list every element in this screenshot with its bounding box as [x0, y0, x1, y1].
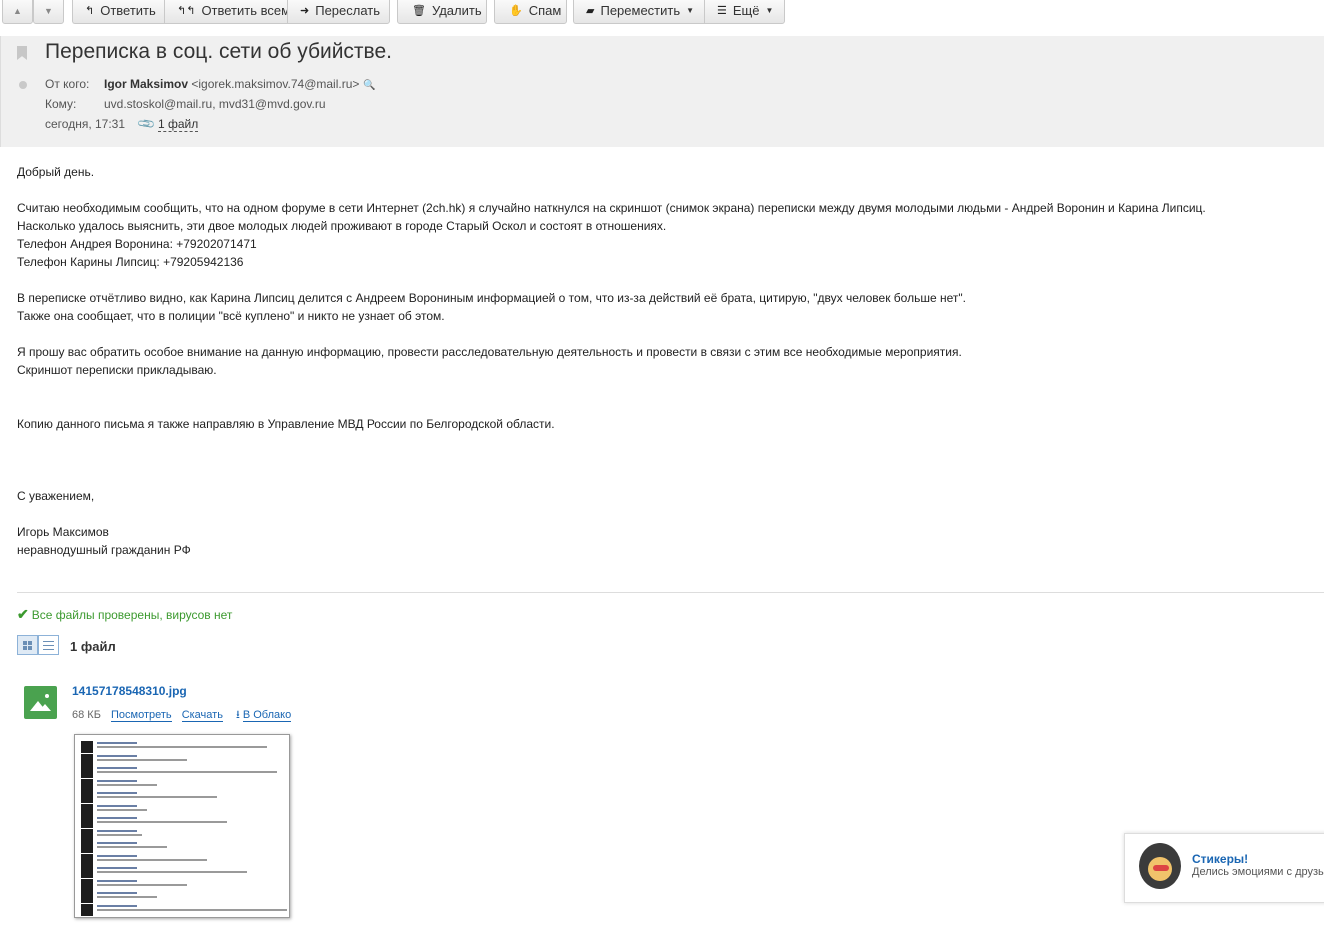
- signature-name: Игорь Максимов: [17, 525, 109, 539]
- thumb-down-icon: ✋: [509, 5, 523, 17]
- thumbnail-row: [81, 753, 281, 766]
- message-subject: Переписка в соц. сети об убийстве.: [45, 40, 392, 63]
- move-button[interactable]: ▰ Переместить ▼: [573, 0, 704, 24]
- toolbar: ▲ ▼ ↰ Ответить ↰↰ Ответить всем ➜ Переслать…: [0, 0, 1324, 26]
- forward-icon: ➜: [300, 5, 310, 17]
- flag-icon[interactable]: [17, 46, 27, 60]
- thumbnail-row: [81, 866, 281, 878]
- body-line: В переписке отчётливо видно, как Карина …: [17, 291, 966, 305]
- download-link[interactable]: Скачать: [181, 709, 223, 722]
- body-line: Скриншот переписки прикладываю.: [17, 363, 217, 377]
- from-row: От кого: Igor Maksimov <igorek.maksimov.7…: [45, 77, 376, 91]
- check-icon: ✔: [17, 606, 29, 622]
- body-line: Телефон Андрея Воронина: +79202071471: [17, 237, 257, 251]
- list-icon: [43, 640, 54, 650]
- view-switcher: [17, 635, 59, 655]
- spam-button[interactable]: ✋ Спам: [494, 0, 567, 24]
- recipients[interactable]: uvd.stoskol@mail.ru, mvd31@mvd.gov.ru: [104, 97, 326, 111]
- list-view-button[interactable]: [38, 635, 59, 655]
- message-body: Добрый день. Считаю необходимым сообщить…: [17, 163, 1206, 559]
- stickers-subtitle: Делись эмоциями с друзьями: [1192, 866, 1324, 878]
- greeting: Добрый день.: [17, 165, 95, 179]
- signature-title: неравнодушный гражданин РФ: [17, 543, 191, 557]
- thumbnail-row: [81, 903, 287, 916]
- save-to-cloud-link[interactable]: В Облако: [242, 709, 292, 722]
- search-icon[interactable]: 🔍: [363, 80, 375, 91]
- stickers-promo[interactable]: Стикеры! Делись эмоциями с друзьями: [1124, 833, 1324, 903]
- body-line: Телефон Карины Липсиц: +79205942136: [17, 255, 244, 269]
- thumbnail-row: [81, 816, 281, 828]
- forward-button[interactable]: ➜ Переслать: [287, 0, 390, 24]
- sender-name[interactable]: Igor Maksimov: [104, 77, 188, 91]
- attachments-link[interactable]: 1 файл: [157, 117, 199, 132]
- reply-all-button[interactable]: ↰↰ Ответить всем: [164, 0, 290, 24]
- file-size: 68 КБ: [72, 709, 101, 721]
- read-status-dot-icon[interactable]: [19, 81, 27, 89]
- thumbnail-row: [81, 766, 281, 778]
- closing: С уважением,: [17, 489, 95, 503]
- prev-message-button[interactable]: ▲: [2, 0, 33, 24]
- thumbnail-row: [81, 828, 281, 841]
- menu-icon: ☰: [717, 5, 727, 17]
- folder-icon: ▰: [586, 5, 595, 17]
- thumbnail-row: [81, 791, 281, 803]
- from-label: От кого:: [45, 77, 90, 91]
- body-line: Насколько удалось выяснить, эти двое мол…: [17, 219, 667, 233]
- stickers-title: Стикеры!: [1192, 852, 1249, 866]
- thumbnail-row: [81, 778, 281, 791]
- paperclip-icon: 📎: [136, 113, 157, 135]
- caret-down-icon: ▼: [765, 6, 774, 15]
- reply-button[interactable]: ↰ Ответить: [72, 0, 164, 24]
- date-row: сегодня, 17:31 📎1 файл: [45, 113, 199, 135]
- message-header: Переписка в соц. сети об убийстве. От ко…: [0, 36, 1324, 147]
- body-line: Копию данного письма я также направляю в…: [17, 417, 555, 431]
- trash-icon: 🗑: [412, 5, 426, 17]
- to-label: Кому:: [45, 97, 77, 111]
- arrow-up-icon: ▲: [13, 5, 22, 16]
- grid-icon: [23, 640, 32, 650]
- body-line: Я прошу вас обратить особое внимание на …: [17, 345, 962, 359]
- message-date: сегодня, 17:31: [45, 117, 126, 131]
- grid-view-button[interactable]: [17, 635, 38, 655]
- cloud-upload-icon[interactable]: ⭳: [236, 706, 240, 725]
- attachment-thumbnail[interactable]: [74, 734, 290, 918]
- caret-down-icon: ▼: [686, 6, 695, 15]
- more-button[interactable]: ☰ Ещё ▼: [704, 0, 785, 24]
- virus-check-status: ✔ Все файлы проверены, вирусов нет: [17, 606, 233, 622]
- arrow-down-icon: ▼: [44, 5, 53, 16]
- thumbnail-row: [81, 841, 281, 853]
- thumbnail-row: [81, 891, 281, 903]
- reply-icon: ↰: [85, 5, 95, 17]
- body-line: Также она сообщает, что в полиции "всё к…: [17, 309, 445, 323]
- next-message-button[interactable]: ▼: [33, 0, 64, 24]
- delete-button[interactable]: 🗑 Удалить: [397, 0, 487, 24]
- thumbnail-row: [81, 878, 281, 891]
- files-count: 1 файл: [70, 639, 116, 654]
- file-name-link[interactable]: 14157178548310.jpg: [72, 684, 187, 698]
- view-link[interactable]: Посмотреть: [110, 709, 172, 722]
- file-meta: 68 КБ Посмотреть Скачать ⭳ В Облако: [72, 706, 292, 725]
- divider: [17, 592, 1324, 593]
- sender-email[interactable]: <igorek.maksimov.74@mail.ru>: [191, 77, 359, 91]
- thumbnail-row: [81, 803, 281, 816]
- image-file-icon: [24, 686, 57, 719]
- penguin-icon: [1139, 843, 1181, 889]
- thumbnail-row: [81, 853, 281, 866]
- to-row: Кому: uvd.stoskol@mail.ru, mvd31@mvd.gov.…: [45, 97, 326, 111]
- reply-all-icon: ↰↰: [177, 5, 196, 17]
- thumbnail-row: [81, 741, 281, 753]
- body-line: Считаю необходимым сообщить, что на одно…: [17, 201, 1206, 215]
